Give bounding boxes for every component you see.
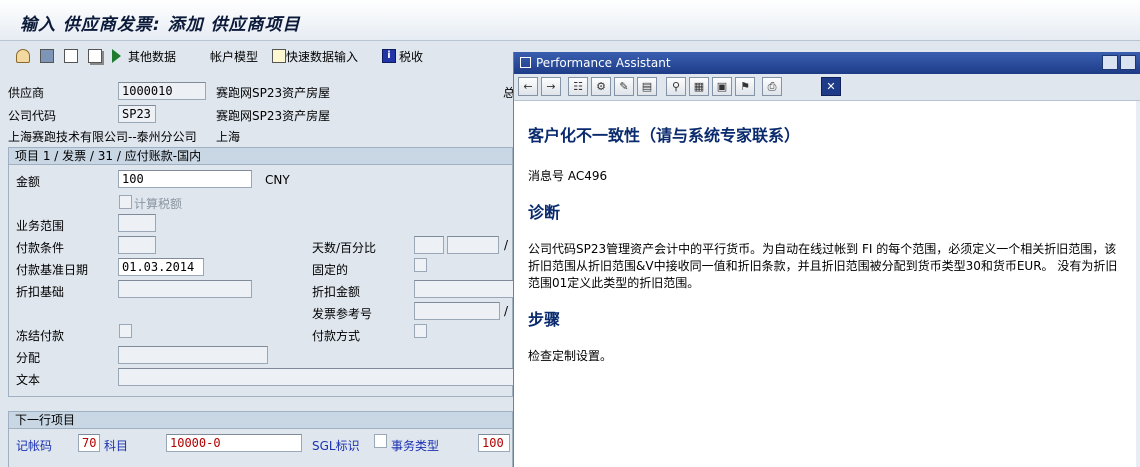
performance-assistant-title: Performance Assistant [536, 56, 671, 70]
window-layout-icon[interactable]: ▣ [712, 77, 732, 96]
performance-assistant-titlebar[interactable]: Performance Assistant [514, 52, 1140, 74]
posting-key-label: 记帐码 [16, 439, 53, 453]
fast-entry-button[interactable]: 快速数据输入 [272, 46, 358, 66]
sgl-indicator-field[interactable] [374, 434, 387, 448]
close-icon[interactable]: ✕ [821, 77, 841, 96]
vendor-label: 供应商 [8, 86, 45, 100]
vendor-city: 上海 [216, 130, 241, 144]
payment-terms-label: 付款条件 [16, 241, 65, 255]
days-field[interactable] [414, 236, 444, 254]
performance-assistant-window: Performance Assistant ← → ☷ ⚙ ✎ ▤ ⚲ ▦ ▣ … [513, 52, 1140, 467]
payment-block-label: 冻结付款 [16, 329, 65, 343]
back-arrow-icon[interactable]: ← [518, 77, 538, 96]
save-icon[interactable] [40, 46, 54, 66]
window-titlebar: 输入 供应商发票: 添加 供应商项目 [0, 0, 1140, 41]
amount-label: 金额 [16, 175, 41, 189]
book-icon[interactable]: ☷ [568, 77, 588, 96]
days-percent-label: 天数/百分比 [312, 241, 377, 255]
fast-entry-label: 快速数据输入 [286, 49, 359, 64]
table-icon[interactable]: ▦ [689, 77, 709, 96]
steps-text: 检查定制设置。 [528, 349, 613, 363]
vendor-field[interactable]: 1000010 [118, 82, 206, 100]
currency-label: CNY [265, 173, 290, 187]
percent-field[interactable] [447, 236, 499, 254]
calculate-tax-label: 计算税额 [134, 197, 183, 211]
baseline-date-field[interactable]: 01.03.2014 [118, 258, 204, 276]
discount-amount-label: 折扣金额 [312, 285, 361, 299]
info-icon: i [382, 49, 396, 63]
account-field[interactable]: 10000-0 [166, 434, 302, 452]
tax-button[interactable]: i 税收 [382, 46, 423, 66]
payment-method-field[interactable] [414, 324, 427, 338]
highlight-icon[interactable]: ▤ [637, 77, 657, 96]
payment-terms-field[interactable] [118, 236, 156, 254]
amount-field[interactable]: 100 [118, 170, 252, 188]
vendor-address: 上海赛跑技术有限公司--泰州分公司 [8, 130, 197, 144]
discount-amount-field[interactable] [414, 280, 514, 298]
diagnosis-text: 公司代码SP23管理资产会计中的平行货币。为自动在线过帐到 FI 的每个范围，必… [528, 242, 1118, 290]
user-icon[interactable] [16, 46, 30, 66]
message-heading: 客户化不一致性（请与系统专家联系） [528, 126, 801, 145]
other-data-label: 其他数据 [128, 49, 177, 64]
account-model-label: 帐户模型 [210, 49, 259, 64]
company-code-name: 赛跑网SP23资产房屋 [216, 109, 331, 123]
message-number: 消息号 AC496 [528, 169, 608, 183]
forward-arrow-icon[interactable]: → [541, 77, 561, 96]
tax-label: 税收 [399, 49, 424, 64]
posting-key-field[interactable]: 70 [78, 434, 100, 452]
separator-slash-2: / [504, 304, 509, 318]
item-section-header: 项目 1 / 发票 / 31 / 应付账款-国内 [9, 148, 512, 165]
payment-method-label: 付款方式 [312, 329, 361, 343]
copy-icon[interactable] [88, 46, 102, 66]
business-area-field[interactable] [118, 214, 156, 232]
maximize-button[interactable] [1120, 55, 1136, 70]
window-title: 输入 供应商发票: 添加 供应商项目 [20, 15, 301, 35]
arrow-right-icon [112, 49, 128, 63]
next-item-header: 下一行项目 [9, 412, 512, 429]
baseline-date-label: 付款基准日期 [16, 263, 89, 277]
search-icon[interactable]: ⚲ [666, 77, 686, 96]
calculate-tax-checkbox[interactable] [119, 195, 132, 209]
vendor-name: 赛跑网SP23资产房屋 [216, 86, 331, 100]
steps-heading: 步骤 [528, 310, 561, 329]
discount-base-label: 折扣基础 [16, 285, 65, 299]
fixed-checkbox[interactable] [414, 258, 427, 272]
vertical-scrollbar[interactable] [1136, 101, 1140, 467]
text-label: 文本 [16, 373, 41, 387]
performance-assistant-toolbar: ← → ☷ ⚙ ✎ ▤ ⚲ ▦ ▣ ⚑ ⎙ ✕ [514, 74, 1140, 101]
invoice-reference-label: 发票参考号 [312, 307, 373, 321]
sgl-indicator-label: SGL标识 [312, 439, 360, 453]
other-data-button[interactable]: 其他数据 [112, 46, 176, 66]
window-icon [520, 57, 531, 68]
invoice-reference-field[interactable] [414, 302, 500, 320]
discount-base-field[interactable] [118, 280, 252, 298]
edit-icon[interactable]: ✎ [614, 77, 634, 96]
performance-assistant-content: 客户化不一致性（请与系统专家联系） 消息号 AC496 诊断 公司代码SP23管… [528, 122, 1128, 375]
company-code-field[interactable]: SP23 [118, 105, 156, 123]
assignment-label: 分配 [16, 351, 41, 365]
transaction-type-field[interactable]: 100 [478, 434, 510, 452]
document-icon[interactable] [64, 46, 78, 66]
print-icon[interactable]: ⎙ [762, 77, 782, 96]
technical-info-icon[interactable]: ⚙ [591, 77, 611, 96]
text-field[interactable] [118, 368, 514, 386]
payment-block-checkbox[interactable] [119, 324, 132, 338]
account-label: 科目 [104, 439, 129, 453]
bookmark-icon[interactable]: ⚑ [735, 77, 755, 96]
transaction-type-label: 事务类型 [391, 439, 440, 453]
separator-slash-1: / [504, 238, 509, 252]
account-model-button[interactable]: 帐户模型 [210, 46, 258, 66]
edit-icon [272, 49, 286, 63]
business-area-label: 业务范围 [16, 219, 65, 233]
assignment-field[interactable] [118, 346, 268, 364]
fixed-label: 固定的 [312, 263, 349, 277]
company-code-label: 公司代码 [8, 109, 57, 123]
diagnosis-heading: 诊断 [528, 203, 561, 222]
minimize-button[interactable] [1102, 55, 1118, 70]
